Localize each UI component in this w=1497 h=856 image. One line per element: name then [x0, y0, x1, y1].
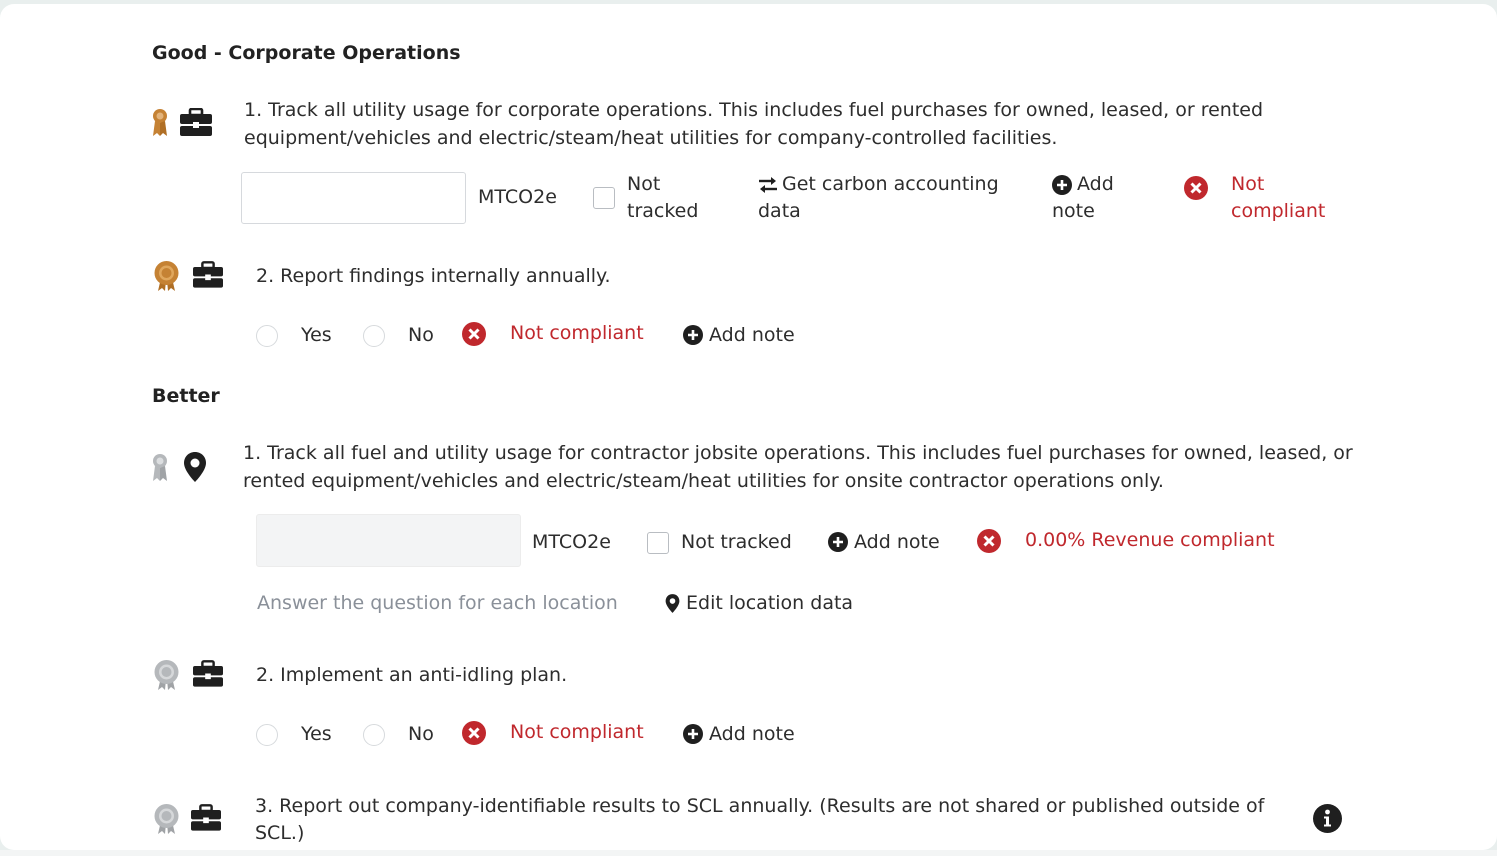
x-circle-icon — [1184, 176, 1208, 200]
compliance-status: Not compliant — [510, 322, 644, 344]
plus-circle-icon — [1052, 174, 1072, 195]
no-radio[interactable] — [363, 325, 385, 347]
not-tracked-checkbox[interactable] — [647, 532, 669, 554]
x-circle-icon — [462, 322, 486, 346]
unit-label: MTCO2e — [478, 186, 557, 208]
get-carbon-data-label-line2: data — [758, 200, 801, 222]
compliance-status-line2: compliant — [1231, 200, 1326, 222]
briefcase-icon — [191, 804, 221, 831]
emissions-input[interactable] — [241, 172, 466, 224]
add-note-button[interactable]: Add note — [709, 322, 795, 349]
requirements-card: Good - Corporate Operations 1. Track all… — [0, 4, 1497, 850]
emissions-input[interactable] — [256, 514, 521, 567]
x-circle-icon — [462, 721, 486, 745]
location-hint: Answer the question for each location — [257, 592, 618, 614]
add-note-label: Add — [1077, 173, 1114, 195]
edit-location-link[interactable]: Edit location data — [686, 590, 853, 617]
question-text: 1. Track all fuel and utility usage for … — [243, 442, 1353, 492]
map-pin-icon — [184, 452, 206, 482]
x-circle-icon — [977, 529, 1001, 553]
yes-label[interactable]: Yes — [301, 721, 332, 748]
compliance-status: Not compliant — [1231, 171, 1325, 225]
no-label[interactable]: No — [408, 721, 434, 748]
plus-circle-icon — [683, 325, 703, 345]
compliance-status: 0.00% Revenue compliant — [1025, 529, 1275, 551]
footer-strip — [0, 850, 1497, 856]
question-text: 1. Track all utility usage for corporate… — [244, 99, 1264, 149]
briefcase-icon — [193, 660, 223, 687]
not-tracked-label[interactable]: Not tracked — [681, 529, 792, 556]
compliance-status-line1: Not — [1231, 173, 1265, 195]
award-silver-icon — [154, 660, 179, 690]
section-title-good: Good - Corporate Operations — [152, 42, 461, 64]
plus-circle-icon — [683, 724, 703, 744]
award-silver-icon — [154, 804, 179, 834]
add-note-button[interactable]: Add note — [709, 721, 795, 748]
add-note-button[interactable]: Add note — [854, 529, 940, 556]
not-tracked-label-line2: tracked — [627, 200, 699, 222]
yes-radio[interactable] — [256, 724, 278, 746]
get-carbon-data-link[interactable]: Get carbon accounting data — [758, 171, 999, 225]
not-tracked-label[interactable]: Not tracked — [627, 171, 698, 225]
add-note-label-line2: note — [1052, 200, 1095, 222]
get-carbon-data-label: Get carbon accounting — [782, 173, 999, 195]
briefcase-icon — [193, 261, 223, 288]
info-circle-icon[interactable] — [1313, 804, 1342, 833]
no-label[interactable]: No — [408, 322, 434, 349]
question-text: 3. Report out company-identifiable resul… — [255, 795, 1265, 844]
not-tracked-checkbox[interactable] — [593, 187, 615, 209]
yes-label[interactable]: Yes — [301, 322, 332, 349]
no-radio[interactable] — [363, 724, 385, 746]
question-text: 2. Report findings internally annually. — [256, 265, 611, 287]
add-note-button[interactable]: Add note — [1052, 171, 1114, 225]
yes-radio[interactable] — [256, 325, 278, 347]
map-pin-icon — [665, 594, 680, 613]
unit-label: MTCO2e — [532, 531, 611, 553]
briefcase-icon — [180, 108, 212, 136]
compliance-status: Not compliant — [510, 721, 644, 743]
not-tracked-label-line1: Not — [627, 173, 661, 195]
award-silver-icon — [153, 454, 167, 481]
question-text: 2. Implement an anti-idling plan. — [256, 664, 568, 686]
award-bronze-icon — [153, 109, 167, 136]
plus-circle-icon — [828, 532, 848, 552]
exchange-arrows-icon — [759, 176, 777, 193]
award-bronze-icon — [154, 261, 179, 291]
section-title-better: Better — [152, 385, 220, 407]
